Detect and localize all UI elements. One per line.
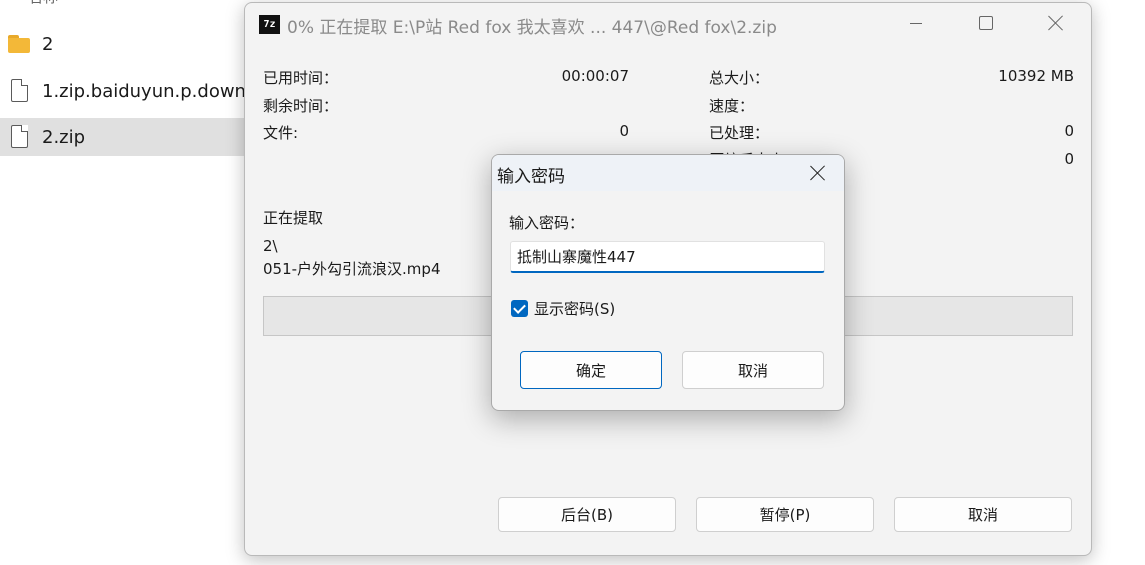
file-icon <box>8 125 32 149</box>
cancel-extraction-button[interactable]: 取消 <box>894 497 1072 532</box>
background-button[interactable]: 后台(B) <box>498 497 676 532</box>
remaining-time-label: 剩余时间： <box>263 97 339 115</box>
window-titlebar[interactable]: 7z 0% 正在提取 E:\P站 Red fox 我太喜欢 ... 447\@R… <box>245 3 1091 43</box>
current-file: 051-户外勾引流浪汉.mp4 <box>263 260 441 278</box>
minimize-button[interactable] <box>887 3 945 43</box>
files-label: 文件: <box>263 124 299 142</box>
minimize-icon <box>910 22 922 24</box>
folder-icon <box>8 32 32 56</box>
password-dialog: 输入密码 输入密码： 显示密码(S) 确定 取消 <box>491 154 845 411</box>
files-value: 0 <box>619 122 629 140</box>
dialog-cancel-button[interactable]: 取消 <box>682 351 824 389</box>
elapsed-time-value: 00:00:07 <box>561 67 629 85</box>
processed-value: 0 <box>1064 122 1074 140</box>
current-folder: 2\ <box>263 237 278 255</box>
dialog-close-button[interactable] <box>798 155 838 191</box>
maximize-button[interactable] <box>957 3 1015 43</box>
total-size-value: 10392 MB <box>998 67 1074 85</box>
list-item-label: 2.zip <box>42 126 86 148</box>
file-icon <box>8 79 32 103</box>
dialog-titlebar[interactable]: 输入密码 <box>492 155 844 191</box>
window-title: 0% 正在提取 E:\P站 Red fox 我太喜欢 ... 447\@Red … <box>287 18 777 38</box>
checkbox-checked-icon[interactable] <box>511 300 528 317</box>
password-prompt-label: 输入密码： <box>509 214 585 232</box>
list-item-file-download[interactable]: 1.zip.baiduyun.p.downlo <box>0 72 250 110</box>
show-password-toggle[interactable]: 显示密码(S) <box>511 298 615 319</box>
total-size-label: 总大小： <box>709 69 770 87</box>
compressed-size-value: 0 <box>1064 150 1074 168</box>
pause-button[interactable]: 暂停(P) <box>696 497 874 532</box>
list-item-folder-2[interactable]: 2 <box>0 25 250 63</box>
dialog-title: 输入密码 <box>497 167 565 187</box>
7zip-app-icon: 7z <box>259 15 280 34</box>
show-password-label: 显示密码(S) <box>534 300 616 318</box>
extracting-label: 正在提取 <box>263 209 324 227</box>
ok-button[interactable]: 确定 <box>520 351 662 389</box>
password-input[interactable] <box>510 241 825 273</box>
processed-label: 已处理： <box>709 124 770 142</box>
column-header-name[interactable]: 名称 <box>28 0 58 7</box>
close-button[interactable] <box>1027 3 1085 43</box>
maximize-icon <box>979 16 993 30</box>
close-icon <box>1048 15 1064 31</box>
list-item-label: 1.zip.baiduyun.p.downlo <box>42 80 250 102</box>
list-item-label: 2 <box>42 33 54 55</box>
speed-label: 速度： <box>709 97 755 115</box>
elapsed-time-label: 已用时间： <box>263 69 339 87</box>
close-icon <box>810 165 826 181</box>
list-item-file-2zip[interactable]: 2.zip <box>0 118 250 156</box>
